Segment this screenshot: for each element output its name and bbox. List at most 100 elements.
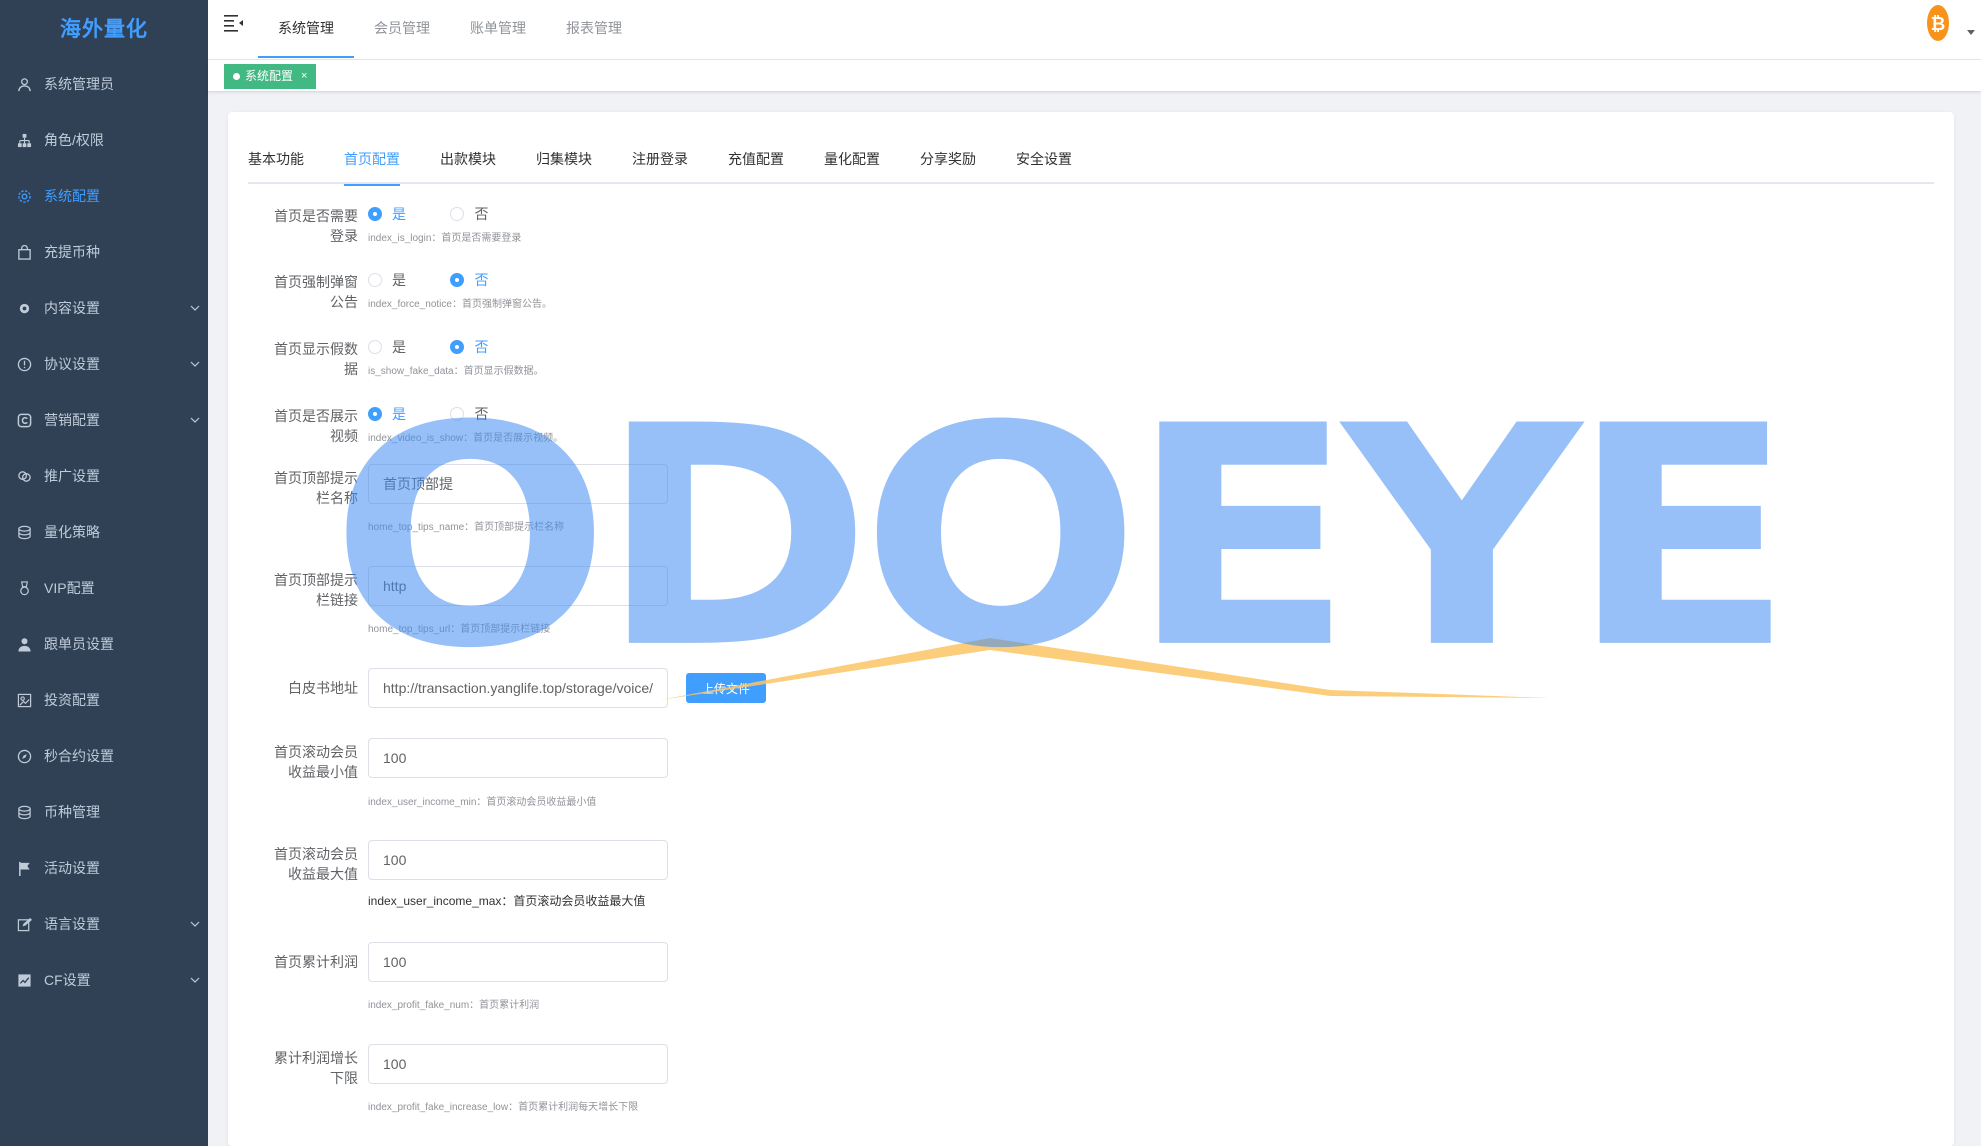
home-top-tips-name-input[interactable] <box>368 464 668 504</box>
sidebar-item-1[interactable]: 角色/权限 <box>0 112 208 168</box>
top-menu: 系统管理 会员管理 账单管理 报表管理 <box>258 0 642 58</box>
sidebar-item-12[interactable]: 秒合约设置 <box>0 728 208 784</box>
radio-yes[interactable]: 是 <box>368 270 406 290</box>
radio-no[interactable]: 否 <box>450 204 488 224</box>
home-top-tips-url-input[interactable] <box>368 566 668 606</box>
chevron-down-icon <box>190 977 200 983</box>
radio-yes[interactable]: 是 <box>368 404 406 424</box>
sidebar-item-label: 充提币种 <box>44 244 100 260</box>
label-line: 公告 <box>330 294 358 310</box>
chevron-down-icon <box>190 921 200 927</box>
top-tab-bills[interactable]: 账单管理 <box>450 0 546 58</box>
sidebar-item-4[interactable]: 内容设置 <box>0 280 208 336</box>
top-tab-members[interactable]: 会员管理 <box>354 0 450 58</box>
form-label: 首页显示假数 据 <box>248 339 358 379</box>
label-line: 首页滚动会员 <box>274 744 358 760</box>
close-icon[interactable]: × <box>301 64 307 89</box>
user-icon <box>16 76 32 92</box>
upload-file-button[interactable]: 上传文件 <box>686 673 766 703</box>
label-line: 视频 <box>330 428 358 444</box>
sidebar-item-label: 秒合约设置 <box>44 748 114 764</box>
form-label: 首页是否需要 登录 <box>248 206 358 246</box>
sidebar-item-15[interactable]: 语言设置 <box>0 896 208 952</box>
label-line: 首页滚动会员 <box>274 846 358 862</box>
radio-group: 是 否 <box>368 204 528 226</box>
sidebar-item-label: 协议设置 <box>44 356 100 372</box>
top-tab-reports[interactable]: 报表管理 <box>546 0 642 58</box>
label-line: 登录 <box>330 228 358 244</box>
bitcoin-icon[interactable]: ₿ <box>1925 4 1951 42</box>
app-logo[interactable]: 海外量化 <box>0 0 208 56</box>
sidebar-item-label: 推广设置 <box>44 468 100 484</box>
income-max-input[interactable] <box>368 840 668 880</box>
form-label: 首页顶部提示 栏名称 <box>248 468 358 508</box>
tab-collect[interactable]: 归集模块 <box>516 138 612 184</box>
sidebar-item-label: 投资配置 <box>44 692 100 708</box>
chart-icon <box>16 972 32 988</box>
sidebar-item-0[interactable]: 系统管理员 <box>0 56 208 112</box>
sidebar-item-5[interactable]: 协议设置 <box>0 336 208 392</box>
caret-down-icon[interactable] <box>1967 30 1975 36</box>
label-line: 首页顶部提示 <box>274 572 358 588</box>
sidebar-item-16[interactable]: CF设置 <box>0 952 208 1008</box>
field-hint: home_top_tips_url：首页顶部提示栏链接 <box>368 624 551 635</box>
sidebar-item-9[interactable]: VIP配置 <box>0 560 208 616</box>
label-line: 收益最大值 <box>288 866 358 882</box>
gear-icon <box>16 188 32 204</box>
form-label: 首页滚动会员 收益最大值 <box>248 844 358 884</box>
label-line: 首页顶部提示 <box>274 470 358 486</box>
tags-view: 系统配置 × <box>208 60 1981 92</box>
label-line: 据 <box>344 361 358 377</box>
whitepaper-url-input[interactable] <box>368 668 668 708</box>
tab-quant[interactable]: 量化配置 <box>804 138 900 184</box>
tab-register-login[interactable]: 注册登录 <box>612 138 708 184</box>
sidebar-item-7[interactable]: 推广设置 <box>0 448 208 504</box>
radio-yes[interactable]: 是 <box>368 204 406 224</box>
chevron-down-icon <box>190 417 200 423</box>
top-tab-system[interactable]: 系统管理 <box>258 0 354 58</box>
label-line: 首页是否需要 <box>274 208 358 224</box>
sidebar-item-13[interactable]: 币种管理 <box>0 784 208 840</box>
radio-no[interactable]: 否 <box>450 337 488 357</box>
field-hint: index_profit_fake_num：首页累计利润 <box>368 1000 540 1011</box>
sidebar-item-2[interactable]: 系统配置 <box>0 168 208 224</box>
radio-no[interactable]: 否 <box>450 404 488 424</box>
tab-homepage[interactable]: 首页配置 <box>324 138 420 186</box>
tab-recharge[interactable]: 充值配置 <box>708 138 804 184</box>
form-label: 白皮书地址 <box>288 680 358 696</box>
radio-yes[interactable]: 是 <box>368 337 406 357</box>
flag-icon <box>16 860 32 876</box>
form-label: 累计利润增长 下限 <box>248 1048 358 1088</box>
database-icon <box>16 524 32 540</box>
field-hint: is_show_fake_data：首页显示假数据。 <box>368 366 544 377</box>
field-hint: index_user_income_min：首页滚动会员收益最小值 <box>368 797 597 808</box>
field-hint: index_user_income_max：首页滚动会员收益最大值 <box>368 894 646 908</box>
sidebar-item-10[interactable]: 跟单员设置 <box>0 616 208 672</box>
sidebar-item-14[interactable]: 活动设置 <box>0 840 208 896</box>
sidebar-item-3[interactable]: 充提币种 <box>0 224 208 280</box>
form-label: 首页顶部提示 栏链接 <box>248 570 358 610</box>
radio-group: 是 否 <box>368 337 528 359</box>
profit-fake-num-input[interactable] <box>368 942 668 982</box>
sidebar-item-label: CF设置 <box>44 972 91 988</box>
sidebar-item-6[interactable]: 营销配置 <box>0 392 208 448</box>
form-label: 首页是否展示 视频 <box>248 406 358 446</box>
svg-text:₿: ₿ <box>1931 14 1946 35</box>
label-line: 下限 <box>330 1070 358 1086</box>
income-min-input[interactable] <box>368 738 668 778</box>
tab-share-reward[interactable]: 分享奖励 <box>900 138 996 184</box>
label-line: 收益最小值 <box>288 764 358 780</box>
tab-withdraw[interactable]: 出款模块 <box>420 138 516 184</box>
tab-security[interactable]: 安全设置 <box>996 138 1092 184</box>
sidebar-item-8[interactable]: 量化策略 <box>0 504 208 560</box>
sidebar-item-label: 内容设置 <box>44 300 100 316</box>
radio-no[interactable]: 否 <box>450 270 488 290</box>
radio-group: 是 否 <box>368 270 528 292</box>
sidebar-item-label: 跟单员设置 <box>44 636 114 652</box>
tab-basic[interactable]: 基本功能 <box>248 138 324 184</box>
tag-system-config[interactable]: 系统配置 × <box>224 64 317 89</box>
hamburger-icon[interactable] <box>224 14 244 32</box>
sidebar-menu: 系统管理员 角色/权限 系统配置充提币种内容设置协议设置营销配置推广设置量化策略 VI… <box>0 56 208 1008</box>
profit-increase-low-input[interactable] <box>368 1044 668 1084</box>
sidebar-item-11[interactable]: 投资配置 <box>0 672 208 728</box>
